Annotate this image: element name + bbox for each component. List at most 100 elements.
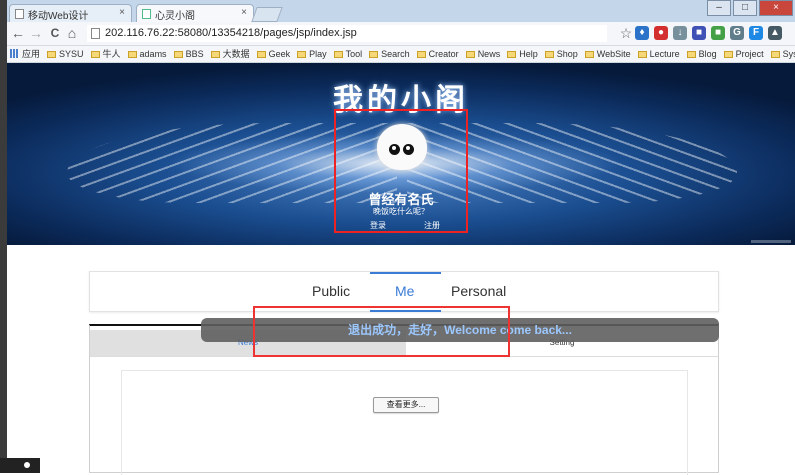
window-controls: – □ ×	[705, 0, 793, 18]
view-more-button[interactable]: 查看更多...	[373, 397, 439, 413]
taskbar-toggle[interactable]	[0, 458, 40, 473]
abp-icon[interactable]: ●	[654, 26, 668, 40]
folder-icon	[210, 51, 220, 58]
bookmarks-list: 应用 SYSU 牛人 adams BBS 大数据 Geek Play Tool Search Cre…	[10, 46, 795, 62]
bookmark-label: Blog	[698, 49, 717, 59]
close-window-button[interactable]: ×	[759, 0, 793, 16]
minimize-button[interactable]: –	[707, 0, 731, 16]
bookmark-label: WebSite	[596, 49, 631, 59]
google-icon[interactable]: G	[730, 26, 744, 40]
folder-icon	[465, 51, 475, 58]
avatar[interactable]	[377, 124, 427, 170]
browser-tab-2-title: 心灵小阁	[155, 11, 195, 22]
bookmark-item[interactable]: 应用	[10, 46, 40, 62]
folder-icon	[770, 51, 780, 58]
bookmark-label: Shop	[556, 49, 578, 59]
home-button[interactable]: ⌂	[65, 25, 79, 41]
bookmark-label: Lecture	[649, 49, 680, 59]
folder-icon	[507, 51, 517, 58]
bookmark-label: Help	[519, 49, 538, 59]
folder-icon	[686, 51, 696, 58]
bookmark-item[interactable]: Project	[723, 46, 764, 62]
bookmark-label: 牛人	[102, 49, 121, 59]
ext-tri-icon[interactable]: ▲	[768, 26, 782, 40]
bookmark-item[interactable]: Creator	[416, 46, 459, 62]
bookmark-item[interactable]: BBS	[173, 46, 204, 62]
bookmark-label: Tool	[345, 49, 363, 59]
bookmark-label: SYSU	[59, 49, 84, 59]
address-bar[interactable]: 202.116.76.22:58080/13354218/pages/jsp/i…	[87, 25, 607, 42]
new-tab-button[interactable]	[251, 7, 283, 22]
browser-tab-2[interactable]: 心灵小阁 ×	[136, 4, 254, 22]
bookmark-label: BBS	[185, 49, 204, 59]
download-icon[interactable]: ↓	[673, 26, 687, 40]
back-button[interactable]: ←	[11, 25, 25, 41]
bookmark-item[interactable]: Lecture	[637, 46, 680, 62]
forward-button[interactable]: →	[29, 25, 43, 41]
folder-icon	[369, 51, 379, 58]
bookmark-item[interactable]: Help	[507, 46, 538, 62]
folder-icon	[333, 51, 343, 58]
bookmark-item[interactable]: 牛人	[90, 46, 121, 62]
ext-color-icon[interactable]: ■	[711, 26, 725, 40]
site-favicon-icon	[142, 9, 151, 19]
bookmark-item[interactable]: Sysu	[770, 46, 795, 62]
tab-personal[interactable]: Personal	[451, 283, 506, 299]
bookmark-item[interactable]: WebSite	[584, 46, 631, 62]
tab-me-indicator-top	[370, 272, 441, 274]
login-link[interactable]: 登录	[370, 220, 386, 231]
bookmark-label: Play	[309, 49, 327, 59]
maximize-button[interactable]: □	[733, 0, 757, 16]
bookmark-item[interactable]: Tool	[333, 46, 363, 62]
bookmark-label: 大数据	[222, 49, 250, 59]
bookmark-item[interactable]: Geek	[256, 46, 291, 62]
folder-icon	[127, 51, 137, 58]
left-window-edge	[0, 0, 40, 473]
bookmarks-bar: 应用 SYSU 牛人 adams BBS 大数据 Geek Play Tool Search Cre…	[7, 46, 795, 63]
register-link[interactable]: 注册	[424, 220, 440, 231]
watermark	[751, 240, 791, 243]
url-text: 202.116.76.22:58080/13354218/pages/jsp/i…	[105, 27, 357, 39]
ext-square-icon[interactable]: ■	[692, 26, 706, 40]
reload-button[interactable]: C	[48, 25, 62, 41]
bookmark-star-icon[interactable]: ☆	[619, 25, 633, 41]
bookmark-label: Search	[381, 49, 410, 59]
bookmark-label: adams	[139, 49, 167, 59]
bookmark-item[interactable]: adams	[127, 46, 167, 62]
folder-icon	[584, 51, 594, 58]
bookmark-item[interactable]: Play	[297, 46, 327, 62]
drop-icon[interactable]: ♦	[635, 26, 649, 40]
folder-icon	[637, 51, 647, 58]
bookmark-item[interactable]: Shop	[544, 46, 578, 62]
bookmark-label: Creator	[428, 49, 459, 59]
folder-icon	[90, 51, 100, 58]
bookmark-label: News	[477, 49, 501, 59]
avatar-eye-icon	[403, 144, 414, 155]
bookmark-item[interactable]: Search	[369, 46, 410, 62]
bookmark-item[interactable]: News	[465, 46, 501, 62]
browser-tab-1[interactable]: 移动Web设计 ×	[9, 4, 132, 22]
browser-toolbar: ← → C ⌂ 202.116.76.22:58080/13354218/pag…	[7, 22, 795, 46]
page-info-icon[interactable]	[91, 28, 100, 39]
bookmark-label: 应用	[22, 49, 41, 59]
close-tab-1-icon[interactable]: ×	[119, 7, 125, 18]
folder-icon	[173, 51, 183, 58]
bookmark-label: Geek	[268, 49, 291, 59]
bookmark-item[interactable]: SYSU	[47, 46, 84, 62]
site-banner: 我的小阁 曾经有名氏 晚饭吃什么呢？ 登录 注册	[7, 63, 795, 245]
folder-icon	[416, 51, 426, 58]
browser-tab-strip: 移动Web设计 × 心灵小阁 × – □ ×	[7, 0, 795, 22]
bookmark-label: Sysu	[782, 49, 795, 59]
user-motto: 晚饭吃什么呢？	[373, 207, 429, 216]
bookmark-item[interactable]: 大数据	[210, 46, 250, 62]
folder-icon	[297, 51, 307, 58]
bookmark-item[interactable]: Blog	[686, 46, 717, 62]
bookmark-label: Project	[735, 49, 764, 59]
ext-f-icon[interactable]: F	[749, 26, 763, 40]
tab-public[interactable]: Public	[312, 283, 350, 299]
folder-icon	[723, 51, 733, 58]
toast-highlight	[253, 306, 510, 357]
profile-highlight: 曾经有名氏 晚饭吃什么呢？ 登录 注册	[334, 109, 468, 233]
close-tab-2-icon[interactable]: ×	[241, 7, 247, 18]
tab-me[interactable]: Me	[395, 283, 414, 299]
